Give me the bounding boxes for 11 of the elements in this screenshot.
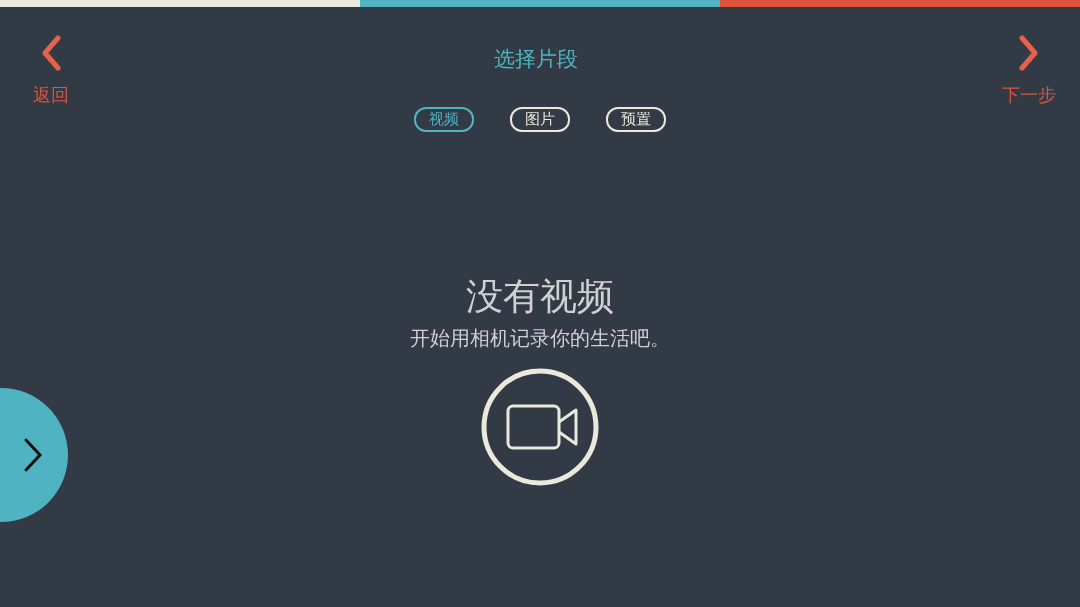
empty-message: 开始用相机记录你的生活吧。 [410,325,670,352]
tab[interactable]: 图片 [510,107,570,132]
video-camera-button[interactable] [481,368,599,486]
chevron-left-icon [39,35,63,71]
page-title: 选择片段 [494,46,578,73]
tab[interactable]: 预置 [606,107,666,132]
next-button[interactable]: 下一步 [998,35,1060,107]
tab[interactable]: 视频 [414,107,474,132]
chevron-right-icon [22,437,44,473]
back-button[interactable]: 返回 [28,35,74,107]
empty-title: 没有视频 [466,275,614,319]
